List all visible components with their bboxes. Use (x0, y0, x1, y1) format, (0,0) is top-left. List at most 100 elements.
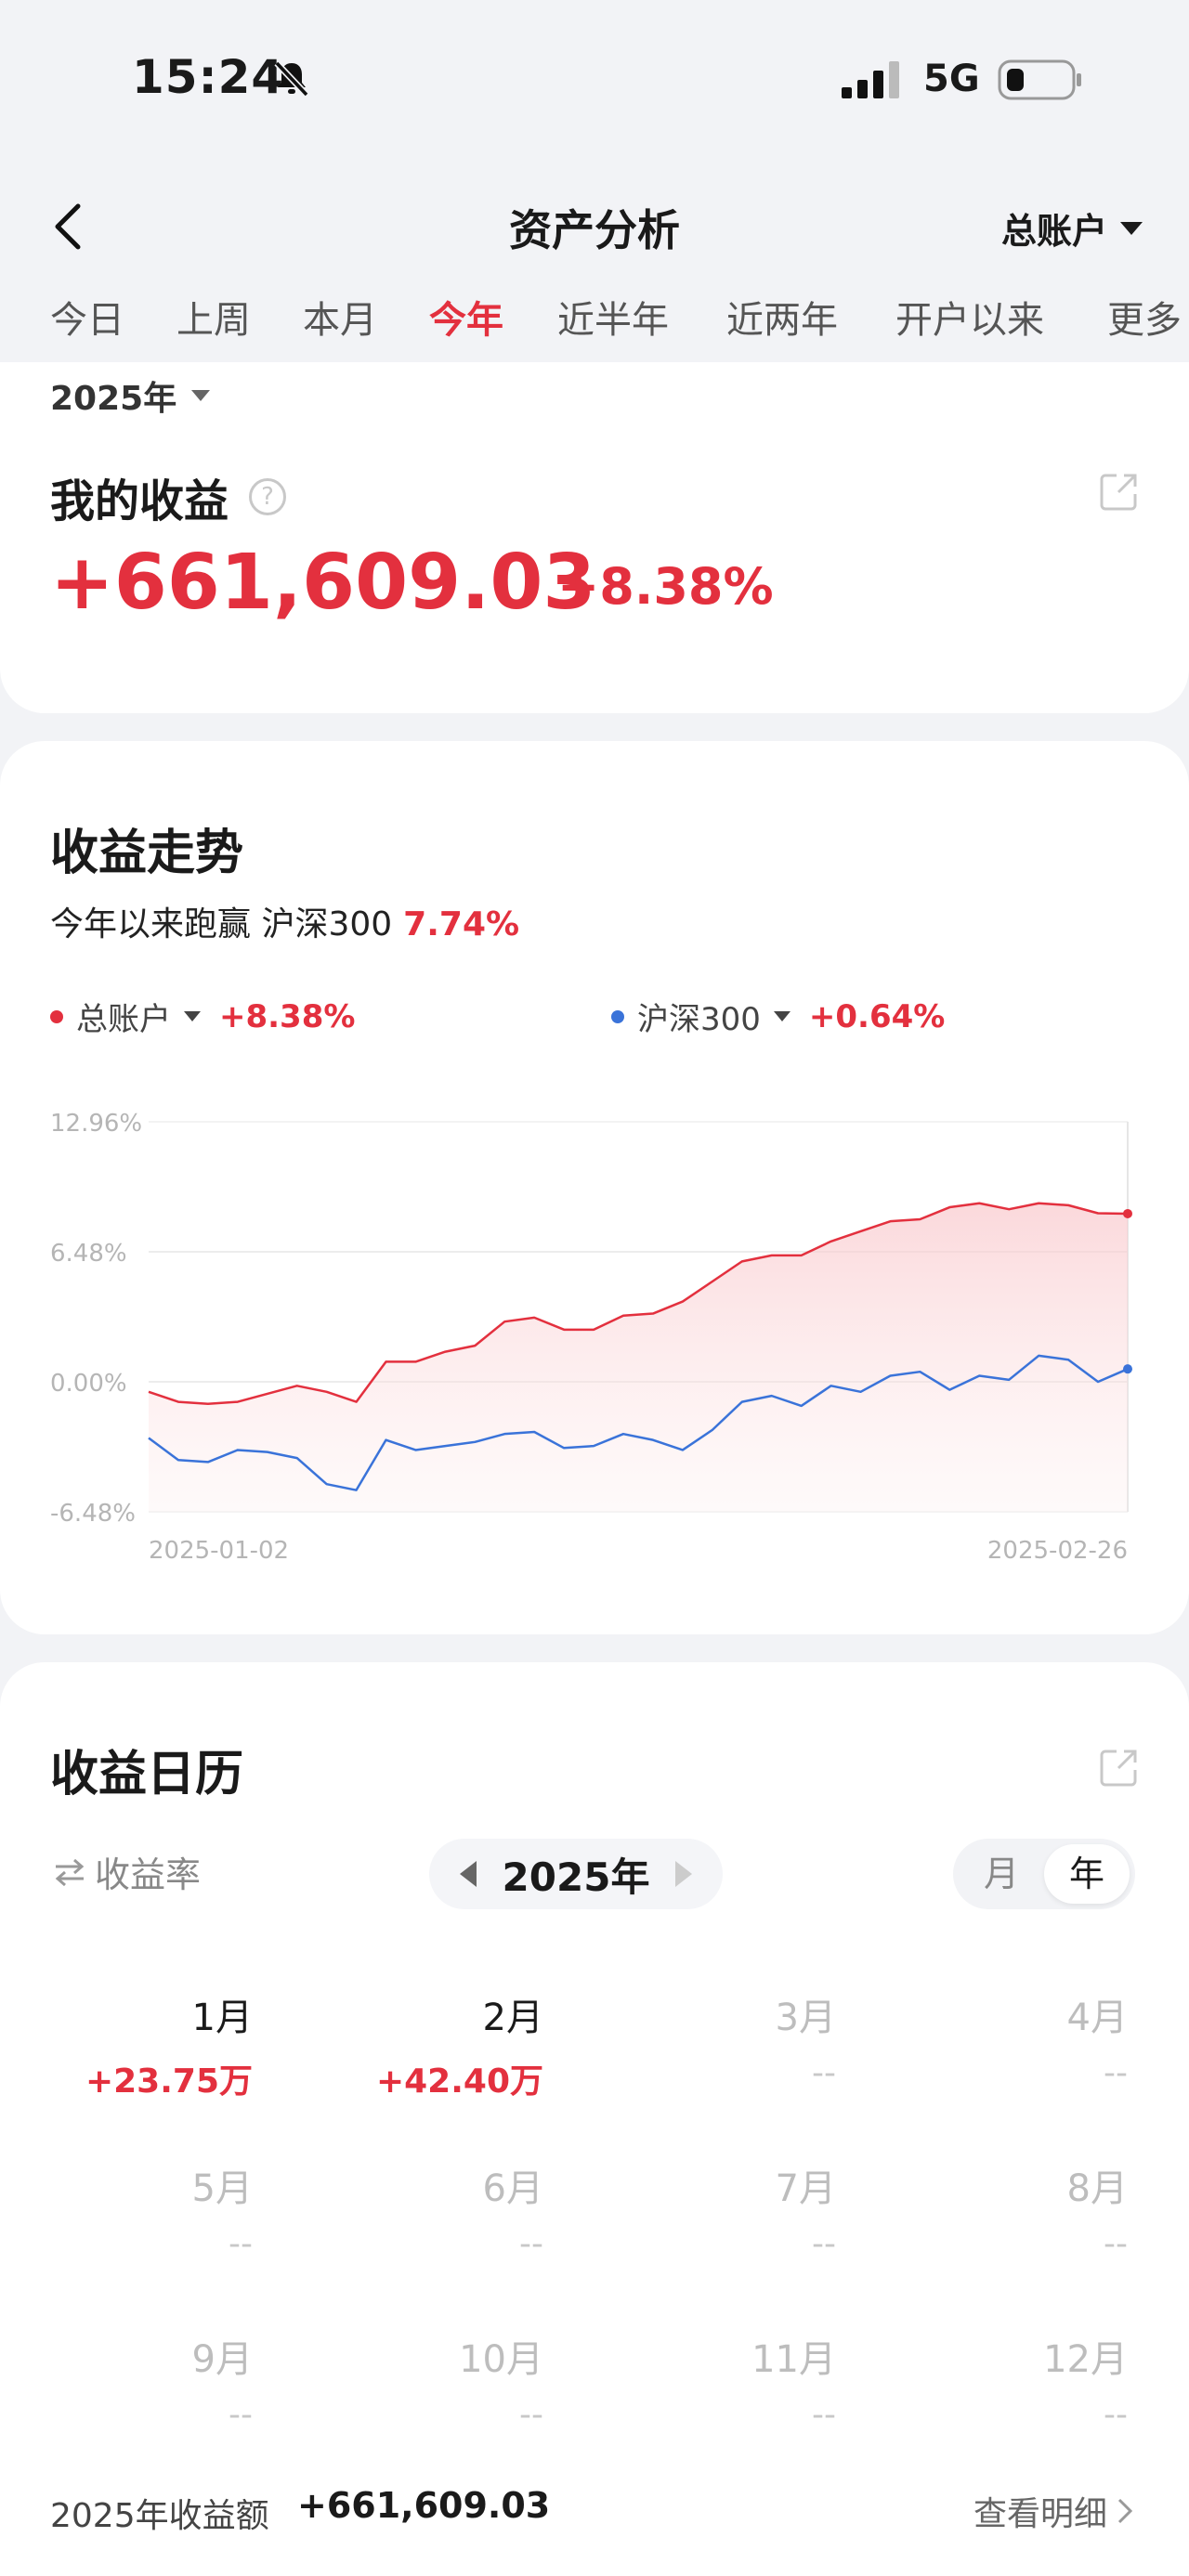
month-year-segment: 月 年 (953, 1839, 1135, 1909)
month-cell[interactable]: 5月 -- (30, 2158, 253, 2263)
benchmark-end-point (1123, 1364, 1132, 1374)
chevron-right-icon (1117, 2498, 1133, 2524)
dropdown-icon (184, 1011, 201, 1021)
earnings-trend-card: 收益走势 今年以来跑赢 沪深300 7.74% 总账户 +8.38% 沪深300 … (0, 741, 1189, 1634)
earnings-title-text: 我的收益 (50, 475, 229, 527)
chart-y-tick-label: -6.48% (50, 1500, 136, 1528)
dropdown-icon (191, 390, 211, 401)
month-cell[interactable]: 1月 +23.75万 (30, 1987, 253, 2102)
month-name: 1月 (191, 1997, 253, 2039)
month-name: 4月 (1066, 1997, 1128, 2039)
battery-icon (998, 59, 1081, 100)
outperform-value: 7.74% (403, 905, 520, 943)
tab-today[interactable]: 今日 (50, 290, 124, 344)
month-cell[interactable]: 7月 -- (613, 2158, 836, 2263)
account-selector[interactable]: 总账户 (1001, 202, 1143, 254)
month-cell[interactable]: 8月 -- (905, 2158, 1128, 2263)
month-name: 6月 (482, 2167, 543, 2210)
share-icon[interactable] (1098, 470, 1141, 513)
account-label: 总账户 (1000, 211, 1107, 252)
tab-last-week[interactable]: 上周 (176, 290, 251, 344)
share-icon[interactable] (1098, 1746, 1141, 1789)
view-details-link[interactable]: 查看明细 (973, 2487, 1133, 2535)
swap-icon (55, 1858, 85, 1886)
prev-year-icon[interactable] (459, 1861, 477, 1887)
month-name: 2月 (482, 1997, 543, 2039)
segment-month[interactable]: 月 (959, 1844, 1044, 1904)
tab-this-year[interactable]: 今年 (429, 290, 503, 344)
month-name: 5月 (191, 2167, 253, 2210)
chart-y-tick-label: 6.48% (50, 1240, 127, 1268)
tab-two-years[interactable]: 近两年 (726, 290, 838, 344)
help-icon[interactable]: ? (249, 478, 287, 515)
month-cell[interactable]: 2月 +42.40万 (320, 1987, 543, 2102)
month-cell[interactable]: 6月 -- (320, 2158, 543, 2263)
month-name: 10月 (459, 2338, 543, 2381)
month-cell[interactable]: 12月 -- (905, 2329, 1128, 2434)
earnings-percentage: +8.38% (557, 557, 774, 616)
month-cell[interactable]: 11月 -- (613, 2329, 836, 2434)
rate-toggle-label: 收益率 (95, 1854, 202, 1895)
month-value: -- (812, 2396, 836, 2434)
dropdown-icon (1120, 221, 1143, 235)
month-name: 12月 (1043, 2338, 1128, 2381)
chart-area-fill (149, 1203, 1128, 1512)
earnings-amount: +661,609.03 (50, 539, 596, 627)
trend-title: 收益走势 (50, 826, 244, 881)
month-value: -- (519, 2396, 543, 2434)
legend-name: 总账户 (76, 1001, 171, 1038)
status-bar: 15:24 5G (0, 0, 1189, 167)
view-details-label: 查看明细 (973, 2495, 1107, 2533)
month-name: 9月 (191, 2338, 253, 2381)
chart-y-tick-label: 0.00% (50, 1370, 127, 1398)
year-selector[interactable]: 2025年 (50, 371, 211, 420)
month-value: -- (1104, 2225, 1128, 2263)
period-tabs: 今日 上周 本月 今年 近半年 近两年 开户以来 更多 (0, 284, 1189, 362)
tab-this-month[interactable]: 本月 (303, 290, 377, 344)
month-cell[interactable]: 4月 -- (905, 1987, 1128, 2092)
year-label: 2025年 (50, 380, 177, 418)
status-time: 15:24 (132, 50, 285, 104)
month-cell[interactable]: 9月 -- (30, 2329, 253, 2434)
next-year-icon[interactable] (675, 1861, 693, 1887)
tab-half-year[interactable]: 近半年 (557, 290, 669, 344)
month-value: -- (1104, 2396, 1128, 2434)
month-value: +23.75万 (85, 2062, 253, 2101)
calendar-title: 收益日历 (50, 1747, 244, 1802)
month-name: 7月 (775, 2167, 836, 2210)
month-value: -- (812, 2225, 836, 2263)
month-cell[interactable]: 3月 -- (613, 1987, 836, 2092)
legend-account[interactable]: 总账户 +8.38% (50, 994, 355, 1039)
legend-benchmark[interactable]: 沪深300 +0.64% (611, 994, 945, 1039)
segment-year[interactable]: 年 (1044, 1844, 1130, 1904)
month-name: 3月 (775, 1997, 836, 2039)
network-type: 5G (923, 58, 980, 100)
tab-since-open[interactable]: 开户以来 (895, 290, 1044, 344)
cellular-signal-icon (842, 61, 899, 98)
legend-dot (50, 1009, 63, 1023)
chart-x-end-label: 2025-02-26 (987, 1537, 1128, 1565)
month-name: 8月 (1066, 2167, 1128, 2210)
earnings-calendar-card: 收益日历 收益率 2025年 月 年 1月 +23.75万 2月 +42.40万 3月 -… (0, 1662, 1189, 2576)
navigation-bar: 资产分析 总账户 (0, 182, 1189, 266)
calendar-year: 2025年 (502, 1854, 650, 1900)
legend-dot (611, 1009, 624, 1023)
month-value: -- (519, 2225, 543, 2263)
month-value: -- (229, 2225, 253, 2263)
rate-toggle[interactable]: 收益率 (54, 1846, 201, 1897)
trend-subtitle: 今年以来跑赢 沪深300 7.74% (50, 897, 519, 945)
year-earnings-value: +661,609.03 (297, 2485, 551, 2526)
dropdown-icon (773, 1011, 790, 1021)
month-value: -- (229, 2396, 253, 2434)
earnings-title: 我的收益 ? (50, 464, 287, 529)
year-switcher: 2025年 (429, 1839, 723, 1909)
bell-muted-icon (274, 60, 309, 98)
month-name: 11月 (751, 2338, 836, 2381)
year-earnings-label: 2025年收益额 (50, 2497, 269, 2535)
legend-pct: +8.38% (219, 997, 356, 1035)
month-value: -- (812, 2054, 836, 2092)
legend-pct: +0.64% (808, 997, 946, 1035)
month-cell[interactable]: 10月 -- (320, 2329, 543, 2434)
month-value: +42.40万 (375, 2062, 543, 2101)
tab-more[interactable]: 更多 (1107, 290, 1182, 344)
